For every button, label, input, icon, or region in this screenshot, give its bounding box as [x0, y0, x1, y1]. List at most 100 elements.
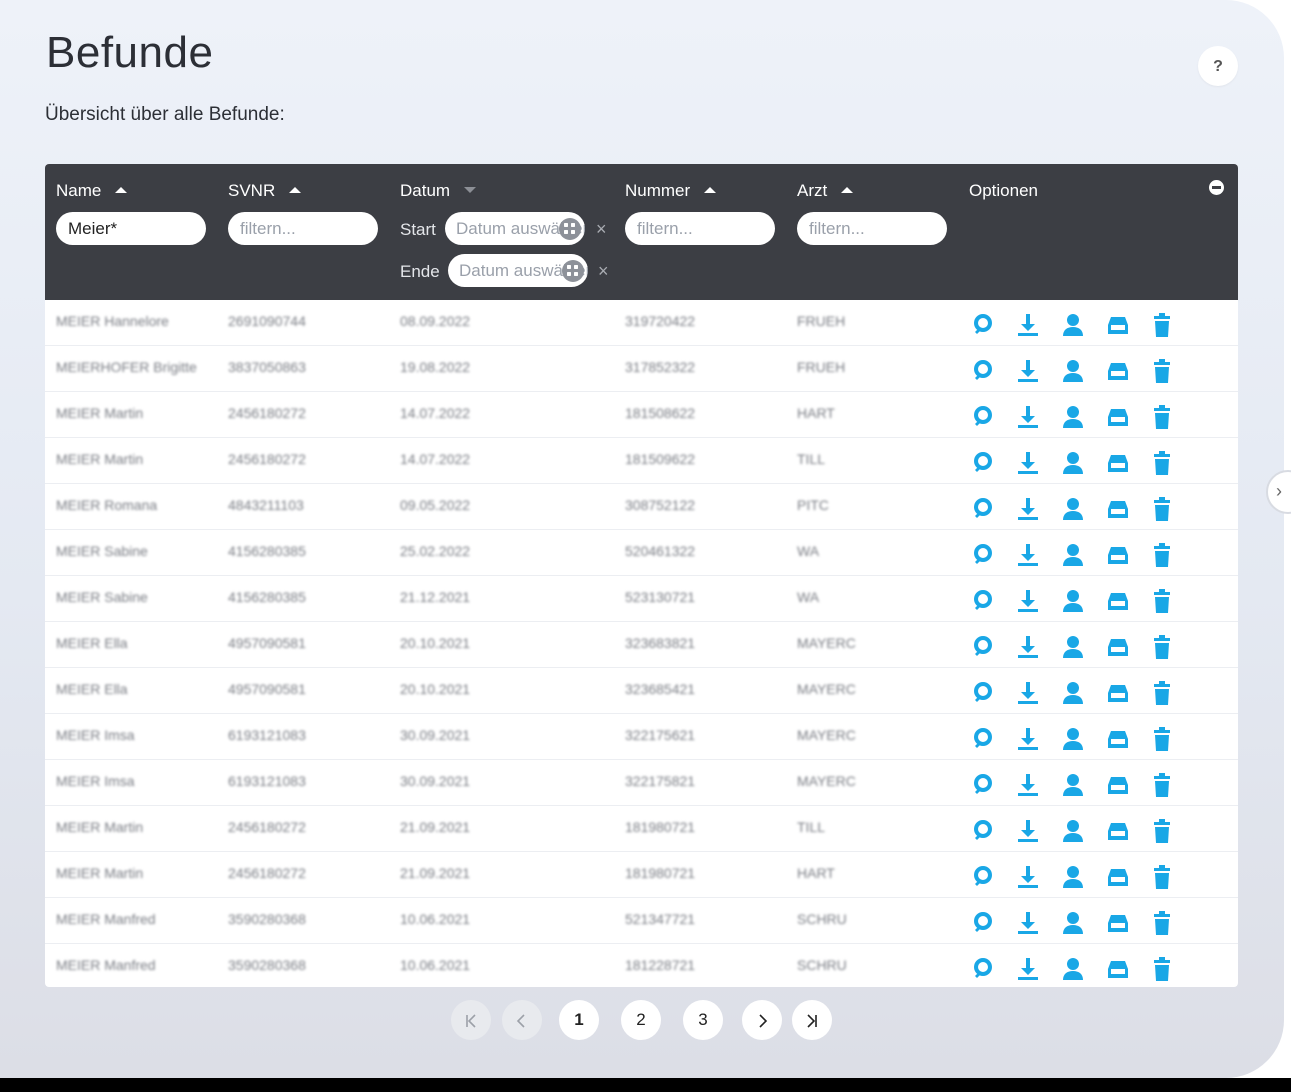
search-icon[interactable] [970, 910, 996, 936]
table-row[interactable]: MEIER Imsa 6193121083 30.09.2021 322175621 M… [45, 714, 1238, 760]
archive-icon[interactable] [1105, 772, 1131, 798]
calendar-icon[interactable] [562, 260, 584, 282]
column-header-datum[interactable]: Datum [400, 181, 477, 201]
search-icon[interactable] [970, 772, 996, 798]
column-header-arzt[interactable]: Arzt [797, 181, 854, 201]
table-row[interactable]: MEIER Martin 2456180272 14.07.2022 18150862… [45, 392, 1238, 438]
archive-icon[interactable] [1105, 680, 1131, 706]
table-row[interactable]: MEIER Sabine 4156280385 21.12.2021 52313072… [45, 576, 1238, 622]
trash-icon[interactable] [1149, 358, 1175, 384]
download-icon[interactable] [1015, 818, 1041, 844]
archive-icon[interactable] [1105, 634, 1131, 660]
table-row[interactable]: MEIER Martin 2456180272 21.09.2021 18198072… [45, 852, 1238, 898]
download-icon[interactable] [1015, 680, 1041, 706]
name-filter-input[interactable] [56, 212, 206, 245]
user-icon[interactable] [1060, 404, 1086, 430]
page-button-1[interactable]: 1 [559, 1000, 599, 1040]
table-row[interactable]: MEIER Sabine 4156280385 25.02.2022 52046132… [45, 530, 1238, 576]
download-icon[interactable] [1015, 864, 1041, 890]
trash-icon[interactable] [1149, 818, 1175, 844]
table-row[interactable]: MEIER Hannelore 2691090744 08.09.2022 31972… [45, 300, 1238, 346]
user-icon[interactable] [1060, 358, 1086, 384]
archive-icon[interactable] [1105, 358, 1131, 384]
user-icon[interactable] [1060, 956, 1086, 982]
first-page-button[interactable] [451, 1000, 491, 1040]
user-icon[interactable] [1060, 588, 1086, 614]
date-end-input[interactable]: Datum auswählen [448, 254, 588, 287]
page-button-2[interactable]: 2 [621, 1000, 661, 1040]
archive-icon[interactable] [1105, 818, 1131, 844]
trash-icon[interactable] [1149, 404, 1175, 430]
date-start-input[interactable]: Datum auswählen [445, 212, 585, 245]
last-page-button[interactable] [792, 1000, 832, 1040]
archive-icon[interactable] [1105, 956, 1131, 982]
table-row[interactable]: MEIER Romana 4843211103 09.05.2022 30875212… [45, 484, 1238, 530]
trash-icon[interactable] [1149, 772, 1175, 798]
table-row[interactable]: MEIERHOFER Brigitte 3837050863 19.08.2022 3… [45, 346, 1238, 392]
search-icon[interactable] [970, 588, 996, 614]
calendar-icon[interactable] [559, 218, 581, 240]
table-row[interactable]: MEIER Manfred 3590280368 10.06.2021 5213477… [45, 898, 1238, 944]
svnr-filter-input[interactable] [228, 212, 378, 245]
download-icon[interactable] [1015, 956, 1041, 982]
trash-icon[interactable] [1149, 542, 1175, 568]
clear-date-start-icon[interactable]: × [596, 219, 607, 240]
download-icon[interactable] [1015, 404, 1041, 430]
search-icon[interactable] [970, 680, 996, 706]
table-row[interactable]: MEIER Ella 4957090581 20.10.2021 323685421 M… [45, 668, 1238, 714]
download-icon[interactable] [1015, 910, 1041, 936]
archive-icon[interactable] [1105, 312, 1131, 338]
search-icon[interactable] [970, 312, 996, 338]
user-icon[interactable] [1060, 450, 1086, 476]
search-icon[interactable] [970, 634, 996, 660]
archive-icon[interactable] [1105, 910, 1131, 936]
trash-icon[interactable] [1149, 588, 1175, 614]
column-header-name[interactable]: Name [56, 181, 128, 201]
search-icon[interactable] [970, 956, 996, 982]
help-button[interactable]: ? [1198, 46, 1238, 86]
archive-icon[interactable] [1105, 496, 1131, 522]
user-icon[interactable] [1060, 634, 1086, 660]
download-icon[interactable] [1015, 634, 1041, 660]
download-icon[interactable] [1015, 496, 1041, 522]
trash-icon[interactable] [1149, 726, 1175, 752]
archive-icon[interactable] [1105, 404, 1131, 430]
table-row[interactable]: MEIER Martin 2456180272 14.07.2022 18150962… [45, 438, 1238, 484]
download-icon[interactable] [1015, 772, 1041, 798]
user-icon[interactable] [1060, 772, 1086, 798]
search-icon[interactable] [970, 542, 996, 568]
nummer-filter-input[interactable] [625, 212, 775, 245]
download-icon[interactable] [1015, 726, 1041, 752]
download-icon[interactable] [1015, 542, 1041, 568]
trash-icon[interactable] [1149, 864, 1175, 890]
next-page-button[interactable] [742, 1000, 782, 1040]
search-icon[interactable] [970, 450, 996, 476]
archive-icon[interactable] [1105, 542, 1131, 568]
search-icon[interactable] [970, 404, 996, 430]
page-button-3[interactable]: 3 [683, 1000, 723, 1040]
user-icon[interactable] [1060, 910, 1086, 936]
trash-icon[interactable] [1149, 312, 1175, 338]
table-row[interactable]: MEIER Martin 2456180272 21.09.2021 18198072… [45, 806, 1238, 852]
table-row[interactable]: MEIER Ella 4957090581 20.10.2021 323683821 M… [45, 622, 1238, 668]
user-icon[interactable] [1060, 726, 1086, 752]
archive-icon[interactable] [1105, 450, 1131, 476]
clear-date-end-icon[interactable]: × [598, 261, 609, 282]
trash-icon[interactable] [1149, 956, 1175, 982]
trash-icon[interactable] [1149, 680, 1175, 706]
download-icon[interactable] [1015, 312, 1041, 338]
archive-icon[interactable] [1105, 588, 1131, 614]
prev-page-button[interactable] [502, 1000, 542, 1040]
user-icon[interactable] [1060, 542, 1086, 568]
archive-icon[interactable] [1105, 726, 1131, 752]
collapse-filters-icon[interactable] [1209, 180, 1224, 195]
trash-icon[interactable] [1149, 450, 1175, 476]
trash-icon[interactable] [1149, 496, 1175, 522]
user-icon[interactable] [1060, 312, 1086, 338]
search-icon[interactable] [970, 818, 996, 844]
table-row[interactable]: MEIER Imsa 6193121083 30.09.2021 322175821 M… [45, 760, 1238, 806]
user-icon[interactable] [1060, 680, 1086, 706]
user-icon[interactable] [1060, 818, 1086, 844]
download-icon[interactable] [1015, 588, 1041, 614]
archive-icon[interactable] [1105, 864, 1131, 890]
